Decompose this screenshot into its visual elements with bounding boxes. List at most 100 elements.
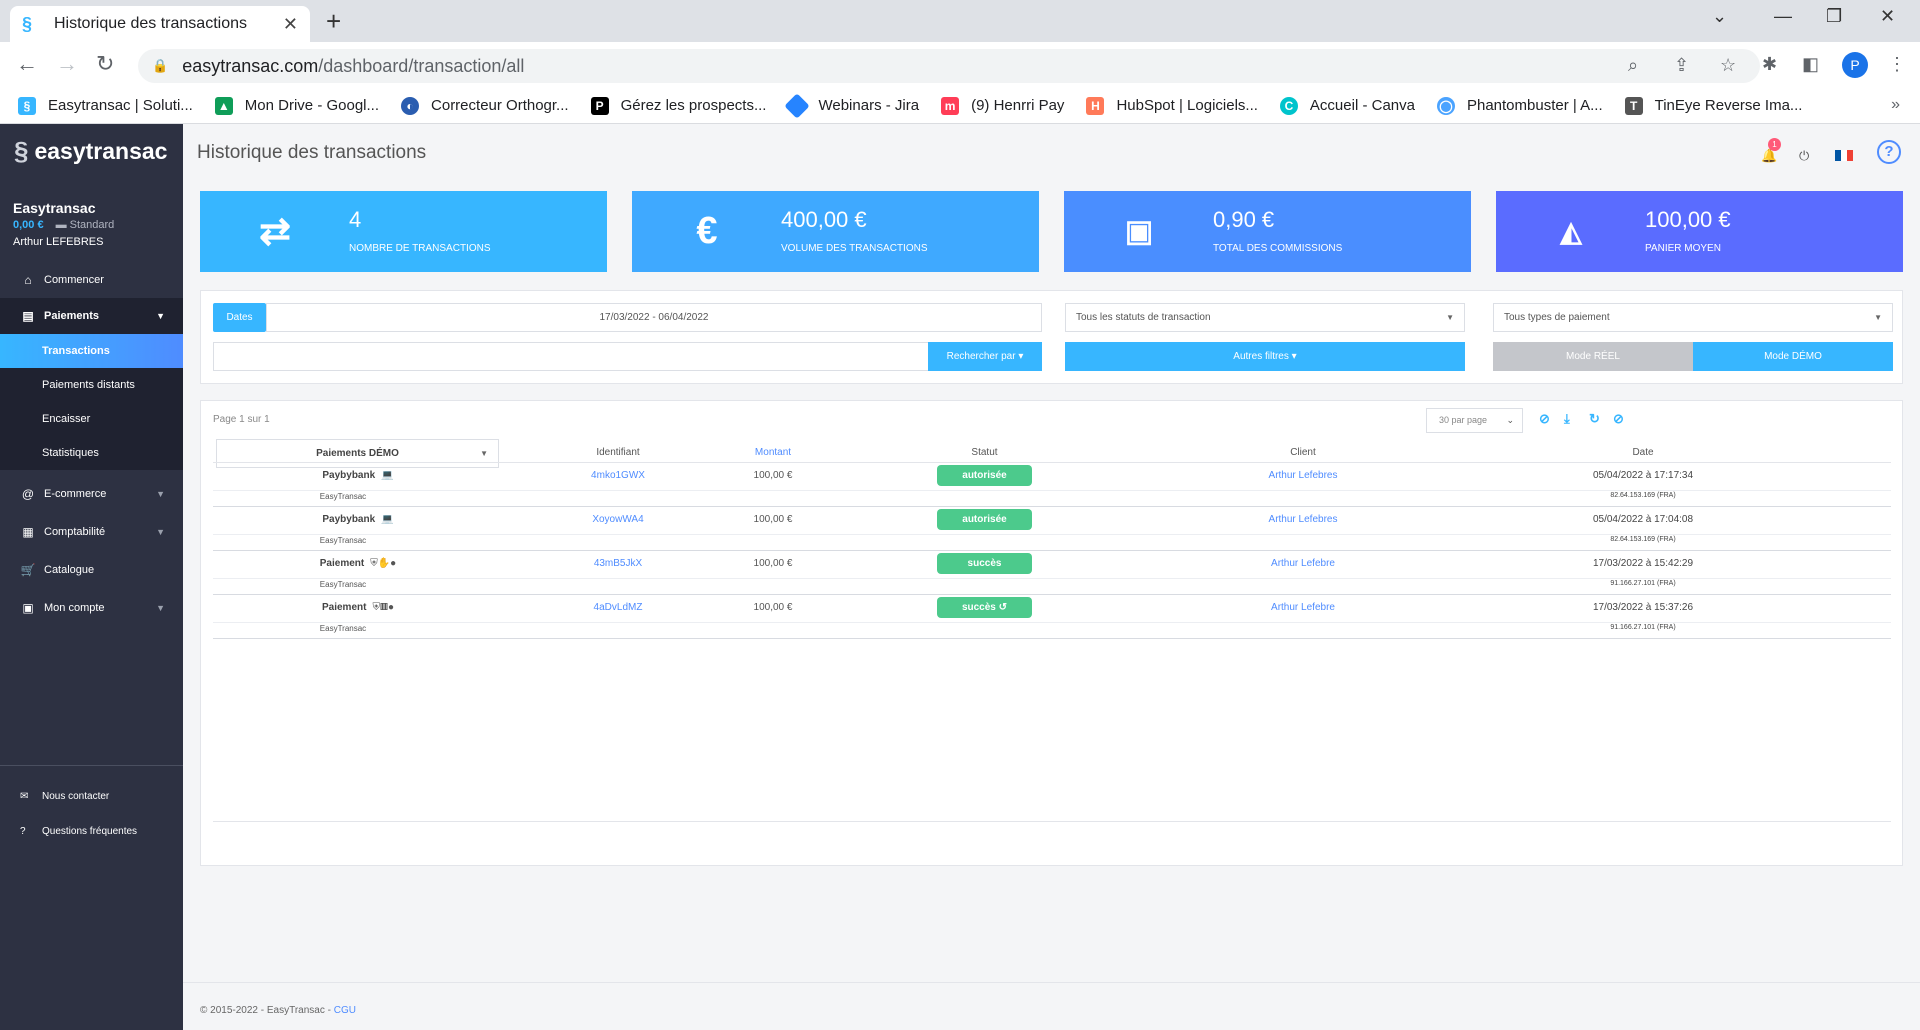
zoom-icon[interactable]: ⌕	[1628, 55, 1638, 76]
browser-menu-icon[interactable]: ⋮	[1888, 54, 1906, 75]
row-divider	[213, 490, 1891, 491]
bookmark-favicon-icon: C	[1279, 96, 1298, 115]
mode-demo-button[interactable]: Mode DÉMO	[1693, 342, 1893, 371]
help-icon[interactable]: ?	[1877, 140, 1901, 164]
contact-link[interactable]: ✉ Nous contacter	[20, 791, 109, 802]
sidebar-item-commencer[interactable]: ⌂ Commencer	[0, 262, 183, 298]
refresh-icon[interactable]: ↻	[1589, 411, 1600, 427]
exchange-icon: ⇄	[259, 211, 291, 253]
search-input[interactable]	[213, 342, 929, 371]
sidebar-item-catalogue[interactable]: 🛒 Catalogue	[0, 552, 183, 588]
bookmark-item[interactable]: ▲ Mon Drive - Googl...	[214, 96, 379, 115]
forward-icon[interactable]: →	[56, 52, 78, 76]
url-bar[interactable]: 🔒 easytransac.com/dashboard/transaction/…	[138, 49, 1760, 83]
more-filters-button[interactable]: Autres filtres ▾	[1065, 342, 1465, 371]
kpi-commissions-total: ▣ 0,90 € TOTAL DES COMMISSIONS	[1064, 191, 1471, 272]
ban-icon[interactable]: ⊘	[1613, 411, 1624, 427]
per-page-select[interactable]: 30 par page ⌄	[1426, 408, 1523, 433]
filters-panel: Dates 17/03/2022 - 06/04/2022 Tous les s…	[200, 290, 1903, 384]
row-type: Paybybank 💻	[322, 470, 394, 481]
profile-avatar[interactable]: P	[1842, 52, 1868, 78]
bookmark-item[interactable]: C Accueil - Canva	[1279, 96, 1415, 115]
sidebar-item-comptabilite[interactable]: ▦ Comptabilité ▼	[0, 514, 183, 550]
column-header-date[interactable]: Date	[1553, 447, 1733, 458]
row-id-link[interactable]: XoyowWA4	[538, 514, 698, 525]
page-info: Page 1 sur 1	[213, 414, 270, 425]
table-row[interactable]: Paiement ⛨✋● EasyTransac 43mB5JkX 100,00 …	[213, 551, 1891, 595]
sidebar-item-paiements[interactable]: ▤ Paiements ▼	[0, 298, 183, 334]
browser-tab[interactable]: § Historique des transactions ✕	[10, 6, 310, 42]
sidebar-subitem-statistiques[interactable]: Statistiques	[0, 436, 183, 470]
row-amount: 100,00 €	[753, 558, 793, 569]
mode-real-button[interactable]: Mode RÉEL	[1493, 342, 1693, 371]
back-icon[interactable]: ←	[16, 52, 38, 76]
column-header-client[interactable]: Client	[1213, 447, 1393, 458]
bookmark-item[interactable]: § Easytransac | Soluti...	[18, 96, 193, 115]
bookmark-favicon-icon: T	[1624, 96, 1643, 115]
restore-icon[interactable]: ❐	[1826, 6, 1842, 27]
bookmark-star-icon[interactable]: ☆	[1720, 55, 1736, 76]
row-client-link[interactable]: Arthur Lefebre	[1213, 558, 1393, 569]
lock-icon: 🔒	[152, 58, 169, 73]
bookmark-item[interactable]: m (9) Henrri Pay	[941, 96, 1064, 115]
bookmark-item[interactable]: Webinars - Jira	[784, 92, 919, 119]
reload-icon[interactable]: ↻	[96, 52, 114, 76]
column-header-status[interactable]: Statut	[937, 447, 1032, 458]
sidebar-subitem-paiements-distants[interactable]: Paiements distants	[0, 368, 183, 402]
bookmarks-overflow-icon[interactable]: »	[1891, 96, 1900, 114]
row-client-link[interactable]: Arthur Lefebres	[1213, 514, 1393, 525]
brand-logo[interactable]: § easytransac	[14, 136, 167, 167]
bookmark-item[interactable]: T TinEye Reverse Ima...	[1624, 96, 1802, 115]
close-window-icon[interactable]: ✕	[1880, 6, 1895, 27]
cart-icon: 🛒	[20, 563, 36, 577]
search-by-button[interactable]: Rechercher par ▾	[928, 342, 1042, 371]
status-select[interactable]: Tous les statuts de transaction ▼	[1065, 303, 1465, 332]
sidebar-subitem-encaisser[interactable]: Encaisser	[0, 402, 183, 436]
easytransac-logo-icon: §	[14, 136, 29, 166]
close-tab-icon[interactable]: ✕	[283, 14, 298, 35]
side-panel-icon[interactable]: ◧	[1802, 54, 1819, 75]
sidebar-subitem-transactions[interactable]: Transactions	[0, 334, 183, 368]
bookmark-item[interactable]: ◯ Phantombuster | A...	[1436, 96, 1603, 115]
easytransac-favicon-icon: §	[22, 14, 33, 34]
new-tab-icon[interactable]: +	[326, 6, 341, 36]
card-icon: ▤	[22, 309, 34, 323]
home-icon: ⌂	[24, 273, 32, 287]
faq-link[interactable]: ? Questions fréquentes	[20, 826, 137, 837]
row-id-link[interactable]: 4aDvLdMZ	[538, 602, 698, 613]
tab-search-icon[interactable]: ⌄	[1712, 6, 1727, 27]
row-client-link[interactable]: Arthur Lefebre	[1213, 602, 1393, 613]
share-icon[interactable]: ⇪	[1674, 55, 1689, 76]
laptop-icon: 💻	[381, 470, 394, 481]
french-flag-icon[interactable]	[1835, 150, 1853, 161]
card-icon: ▬	[55, 219, 67, 231]
payment-method-icons: ⛨▥●	[372, 602, 394, 613]
date-range-input[interactable]: 17/03/2022 - 06/04/2022	[266, 303, 1042, 332]
bookmark-favicon-icon: §	[18, 96, 36, 115]
sidebar-item-ecommerce[interactable]: @ E-commerce ▼	[0, 476, 183, 512]
row-type: Paiement ⛨▥●	[321, 602, 394, 613]
id-card-icon: ▣	[22, 601, 34, 615]
column-header-amount[interactable]: Montant	[718, 447, 828, 458]
cgu-link[interactable]: CGU	[334, 1005, 356, 1016]
payment-type-select[interactable]: Tous types de paiement ▼	[1493, 303, 1893, 332]
column-header-id[interactable]: Identifiant	[538, 447, 698, 458]
bookmark-item[interactable]: P Gérez les prospects...	[590, 96, 766, 115]
row-id-link[interactable]: 4mko1GWX	[538, 470, 698, 481]
sidebar-item-mon-compte[interactable]: ▣ Mon compte ▼	[0, 590, 183, 626]
bookmark-item[interactable]: H HubSpot | Logiciels...	[1086, 96, 1258, 115]
table-row[interactable]: Paiement ⛨▥● EasyTransac 4aDvLdMZ 100,00 …	[213, 595, 1891, 639]
hide-icon[interactable]: ⊘	[1539, 411, 1550, 427]
power-icon[interactable]: ⏻	[1799, 148, 1809, 164]
row-date: 17/03/2022 à 15:42:29	[1592, 558, 1694, 569]
row-id-link[interactable]: 43mB5JkX	[538, 558, 698, 569]
table-row[interactable]: Paybybank 💻 EasyTransac XoyowWA4 100,00 €…	[213, 507, 1891, 551]
kpi-label: VOLUME DES TRANSACTIONS	[781, 243, 928, 254]
row-client-link[interactable]: Arthur Lefebres	[1213, 470, 1393, 481]
download-icon[interactable]: ⤓	[1564, 411, 1570, 427]
minimize-icon[interactable]: —	[1774, 6, 1792, 27]
bookmark-item[interactable]: ◐ Correcteur Orthogr...	[401, 96, 569, 115]
dates-button[interactable]: Dates	[213, 303, 266, 332]
extensions-icon[interactable]: ✱	[1762, 54, 1777, 75]
table-row[interactable]: Paybybank 💻 EasyTransac 4mko1GWX 100,00 €…	[213, 463, 1891, 507]
